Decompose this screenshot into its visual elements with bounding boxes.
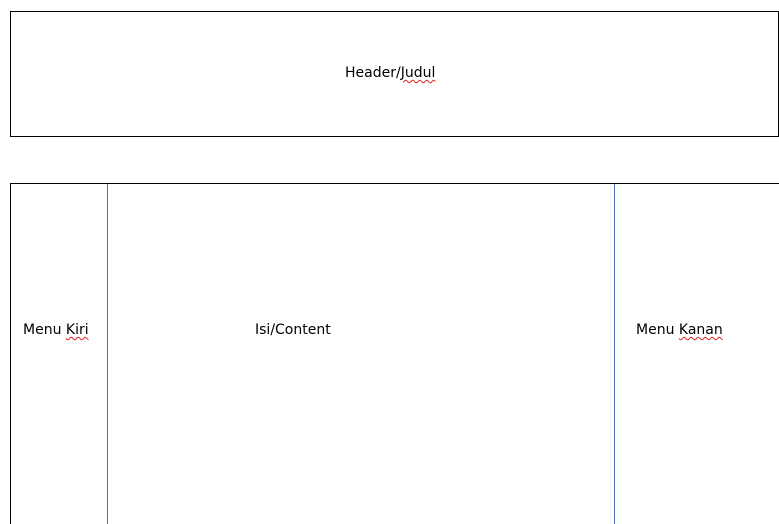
right-menu-label-flagged-word: Kanan <box>678 322 723 338</box>
header-label-main: Header/ <box>345 65 401 81</box>
left-menu-label-main: Menu <box>23 322 66 338</box>
content-label: Isi/Content <box>255 322 331 338</box>
left-menu-label-flagged-word: Kiri <box>65 322 89 338</box>
layout-box: Menu Kiri Isi/Content Menu Kanan <box>10 183 779 524</box>
header-label-flagged-word: Judul <box>400 65 436 81</box>
left-menu-label: Menu Kiri <box>23 321 89 339</box>
right-divider <box>614 184 615 524</box>
header-label: Header/Judul <box>345 64 435 82</box>
left-divider <box>107 184 108 524</box>
right-menu-label-main: Menu <box>636 322 679 338</box>
right-menu-label: Menu Kanan <box>636 321 723 339</box>
header-box: Header/Judul <box>10 11 779 137</box>
